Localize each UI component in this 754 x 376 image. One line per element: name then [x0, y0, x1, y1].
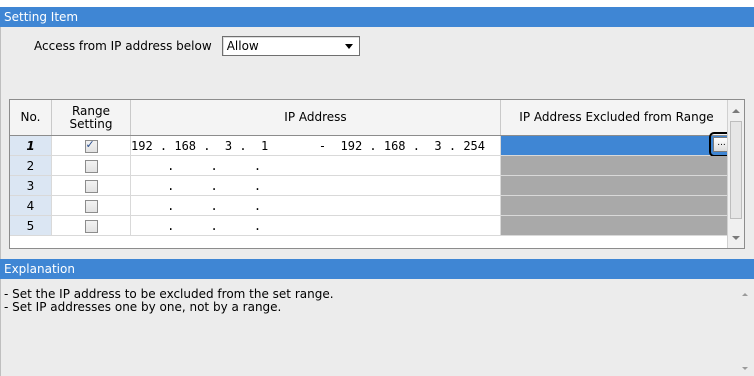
access-select[interactable]: Allow — [221, 36, 360, 56]
excluded-cell — [500, 195, 733, 216]
ip-address-grid: No. Range Setting IP Address IP Address … — [9, 99, 745, 249]
table-row[interactable]: 1 192 . 168 . 3 . 1 - 192 . 168 . 3 . 25… — [10, 132, 736, 157]
dropdown-arrow-icon — [344, 44, 353, 49]
col-header-excluded: IP Address Excluded from Range — [500, 100, 733, 136]
scroll-down-arrow-icon[interactable] — [732, 236, 740, 240]
range-setting-checkbox[interactable] — [84, 199, 98, 213]
excluded-cell[interactable]: ... — [500, 132, 736, 157]
row-number: 2 — [10, 155, 52, 176]
explanation-header: Explanation — [0, 259, 754, 279]
excluded-cell — [500, 175, 733, 196]
row-number: 1 — [10, 135, 52, 156]
range-setting-checkbox[interactable] — [84, 159, 98, 173]
excluded-cell — [500, 155, 733, 176]
col-header-range-line2: Setting — [69, 116, 113, 131]
col-header-range-line1: Range — [71, 103, 111, 118]
excluded-cell — [500, 215, 733, 236]
ip-address-cell[interactable]: . . . — [130, 155, 501, 176]
ip-address-cell[interactable]: . . . — [130, 215, 501, 236]
table-row[interactable]: 5 . . . — [10, 215, 733, 236]
access-row: Access from IP address below Allow — [34, 36, 360, 56]
ip-address-cell[interactable]: 192 . 168 . 3 . 1 - 192 . 168 . 3 . 254 — [130, 135, 501, 156]
row-number: 3 — [10, 175, 52, 196]
col-header-range-setting: Range Setting — [51, 100, 131, 136]
scroll-up-arrow-icon[interactable] — [742, 293, 748, 296]
access-label: Access from IP address below — [34, 39, 212, 53]
col-header-ip-address: IP Address — [130, 100, 501, 136]
col-header-no: No. — [10, 100, 52, 136]
range-setting-checkbox[interactable] — [84, 179, 98, 193]
explanation-line: - Set IP addresses one by one, not by a … — [4, 300, 282, 314]
scroll-down-arrow-icon[interactable] — [742, 367, 748, 370]
scroll-thumb[interactable] — [730, 121, 742, 219]
grid-vertical-scrollbar[interactable] — [727, 100, 744, 248]
explanation-text: - Set the IP address to be excluded from… — [4, 288, 334, 314]
scroll-up-arrow-icon[interactable] — [732, 109, 740, 113]
row-number: 4 — [10, 195, 52, 216]
ip-address-cell[interactable]: . . . — [130, 175, 501, 196]
row-number: 5 — [10, 215, 52, 236]
explanation-scrollbar[interactable] — [737, 279, 754, 376]
setting-item-header: Setting Item — [0, 7, 754, 27]
table-row[interactable]: 4 . . . — [10, 195, 733, 216]
range-setting-checkbox[interactable] — [84, 138, 98, 153]
ip-address-cell[interactable]: . . . — [130, 195, 501, 216]
access-select-value: Allow — [226, 39, 259, 53]
range-setting-checkbox[interactable] — [84, 219, 98, 233]
table-row[interactable]: 2 . . . — [10, 155, 733, 176]
table-row[interactable]: 3 . . . — [10, 175, 733, 196]
